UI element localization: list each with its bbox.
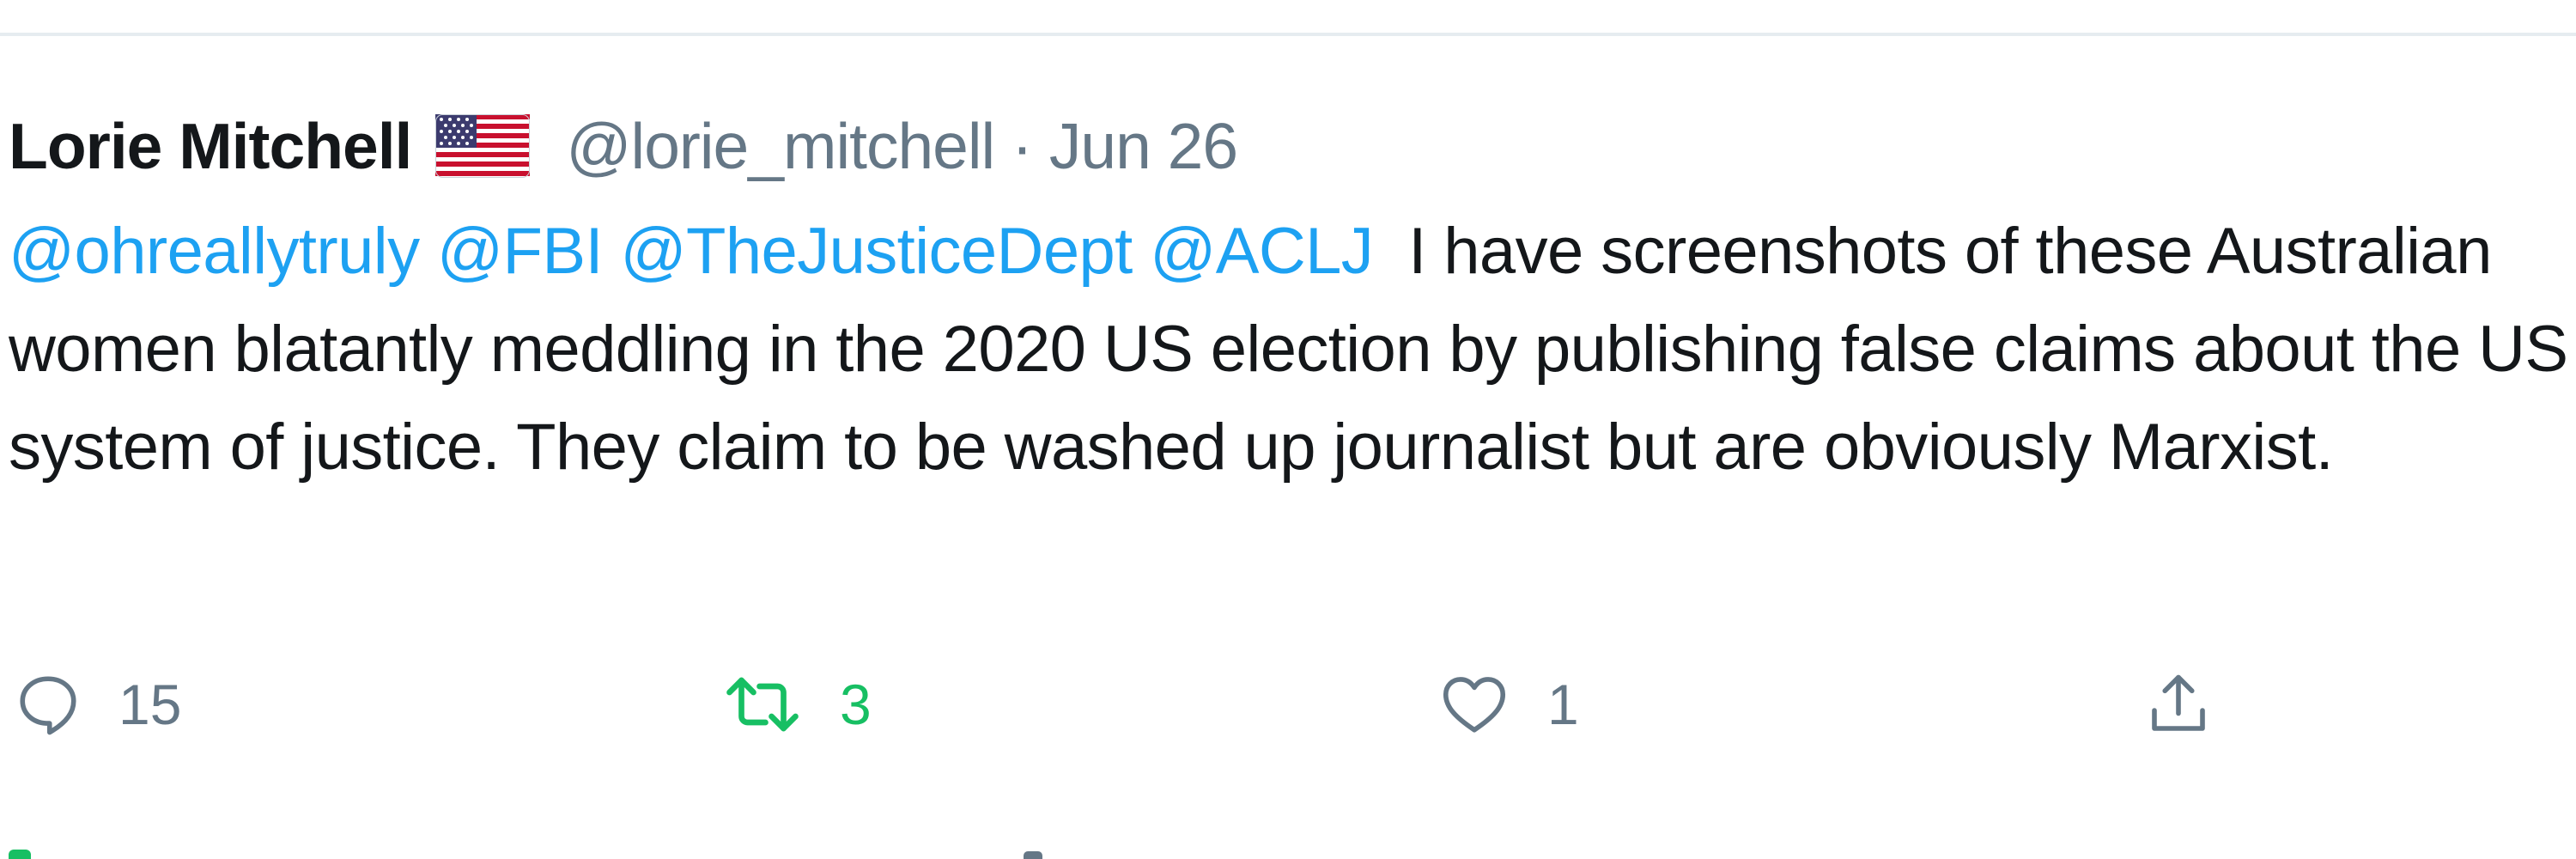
mention-link[interactable]: @FBI bbox=[437, 215, 604, 288]
author-handle-date: @lorie_mitchell · Jun 26 bbox=[566, 109, 1238, 183]
tweet-date[interactable]: Jun 26 bbox=[1049, 110, 1238, 182]
us-flag-icon bbox=[435, 114, 531, 178]
like-count: 1 bbox=[1547, 673, 1579, 736]
author-name[interactable]: Lorie Mitchell bbox=[9, 109, 412, 183]
mention-link[interactable]: @ACLJ bbox=[1150, 215, 1374, 288]
tweet-header: Lorie Mitchell @lorie_mitchell · Jun 26 bbox=[9, 103, 1238, 189]
tweet-actions: 15 3 1 bbox=[0, 661, 2576, 747]
like-icon bbox=[1436, 668, 1513, 740]
tweet-text: @ohreallytruly @FBI @TheJusticeDept @ACL… bbox=[9, 203, 2572, 497]
meta-separator: · bbox=[1012, 110, 1033, 182]
next-tweet-edge bbox=[0, 838, 2576, 859]
retweet-count: 3 bbox=[840, 673, 872, 736]
next-tweet-fragment bbox=[1024, 851, 1042, 859]
next-tweet-fragment bbox=[9, 850, 31, 859]
retweet-button[interactable]: 3 bbox=[720, 661, 872, 747]
reply-icon bbox=[12, 668, 84, 740]
share-button[interactable] bbox=[2142, 661, 2215, 747]
reply-count: 15 bbox=[118, 673, 182, 736]
retweet-icon bbox=[720, 668, 805, 740]
reply-button[interactable]: 15 bbox=[12, 661, 181, 747]
mention-link[interactable]: @TheJusticeDept bbox=[621, 215, 1133, 288]
mention-link[interactable]: @ohreallytruly bbox=[9, 215, 420, 288]
tweet[interactable]: Lorie Mitchell @lorie_mitchell · Jun 26 … bbox=[0, 0, 2576, 859]
like-button[interactable]: 1 bbox=[1436, 661, 1579, 747]
share-icon bbox=[2142, 668, 2215, 740]
author-handle[interactable]: @lorie_mitchell bbox=[566, 110, 995, 182]
